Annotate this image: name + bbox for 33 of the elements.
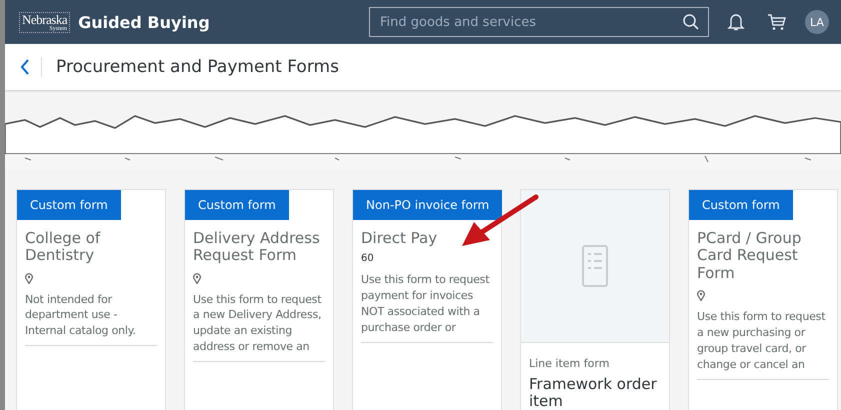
card-description: Not intended for department use - Internal catalog only. xyxy=(25,292,137,340)
location-pin-icon xyxy=(25,272,33,284)
search-field[interactable]: Find goods and services xyxy=(369,7,709,37)
card-title: College of Dentistry xyxy=(25,230,102,264)
form-card[interactable]: Custom form College of Dentistry Not intended for department use - Internal catalog only. xyxy=(16,189,166,410)
form-card[interactable]: Line item form Framework order item xyxy=(520,189,670,410)
location-pin-icon xyxy=(193,272,201,284)
notifications-icon[interactable] xyxy=(727,12,745,32)
form-type-tag: Non-PO invoice form xyxy=(353,190,502,220)
cart-icon[interactable] xyxy=(767,13,787,31)
card-title: Direct Pay xyxy=(361,230,438,248)
form-type-tag: Custom form xyxy=(689,190,793,220)
form-type-tag: Custom form xyxy=(17,190,121,220)
card-description: Use this form to request payment for invoices NOT associated with a purchase order or xyxy=(361,272,490,336)
card-title: PCard / Group Card Request Form xyxy=(697,230,802,282)
form-type-tag: Custom form xyxy=(185,190,289,220)
user-avatar[interactable]: LA xyxy=(805,10,829,34)
page-title: Procurement and Payment Forms xyxy=(56,57,339,77)
card-title: Delivery Address Request Form xyxy=(193,230,321,264)
form-type-label: Line item form xyxy=(529,357,610,370)
card-meta: 60 xyxy=(361,253,375,264)
logo-name: Nebraska xyxy=(22,12,68,26)
card-description: Use this form to request a new purchasing or group travel card, or change or cancel an xyxy=(697,308,826,372)
card-description: Use this form to request a new Delivery Address, update an existing address or remove an xyxy=(193,292,322,356)
app-title: Guided Buying xyxy=(78,12,210,32)
form-card[interactable]: Custom form PCard / Group Card Request Form Use this form to request a new purchasing or group travel card, or change or cancel an xyxy=(688,189,838,410)
form-card[interactable]: Non-PO invoice form Direct Pay 60 Use this form to request payment for invoices NOT associated with a purchase order or xyxy=(352,189,502,410)
form-card[interactable]: Custom form Delivery Address Request Form Use this form to request a new Delivery Address, update an existing address or remove an xyxy=(184,189,334,410)
search-icon[interactable] xyxy=(682,13,700,31)
card-title: Framework order item xyxy=(529,376,658,410)
location-pin-icon xyxy=(697,290,705,301)
back-icon[interactable] xyxy=(19,58,31,76)
document-icon xyxy=(582,245,608,287)
